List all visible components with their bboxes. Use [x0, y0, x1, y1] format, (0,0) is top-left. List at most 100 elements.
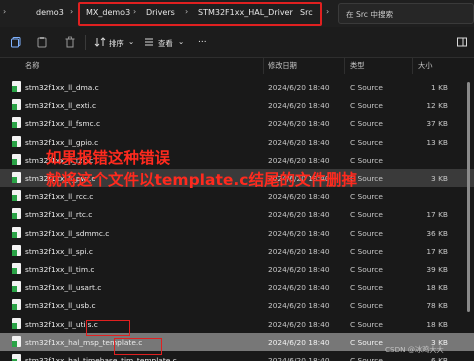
file-size: 39 KB: [426, 265, 448, 274]
column-divider[interactable]: [344, 58, 345, 74]
file-modified-date: 2024/6/20 18:40: [268, 228, 330, 238]
file-name: stm32f1xx_ll_dma.c: [25, 83, 99, 92]
file-modified-date: 2024/6/20 18:40: [268, 192, 330, 202]
file-size: 17 KB: [426, 210, 448, 220]
file-name: stm32f1xx_ll_usb.c: [25, 301, 96, 311]
file-type: C Source: [350, 155, 383, 165]
annotation-line-2: 就将这个文件以template.c结尾的文件删掉: [46, 171, 357, 189]
c-source-file-icon: [12, 263, 21, 274]
file-type: C Source: [350, 101, 383, 111]
file-row[interactable]: stm32f1xx_ll_usb.c 2024/6/20 18:40 C Sourc…: [0, 296, 474, 314]
details-pane-icon[interactable]: [456, 36, 468, 48]
file-size: 18 KB: [426, 319, 448, 329]
file-size: 6 KB: [431, 356, 448, 361]
chevron-down-icon[interactable]: ⌄: [178, 37, 184, 46]
file-modified-date: 2024/6/20 18:40: [268, 83, 330, 92]
toolbar-divider: [85, 35, 86, 50]
file-name: stm32f1xx_ll_exti.c: [25, 101, 97, 111]
file-name: stm32f1xx_ll_rcc.c: [25, 192, 94, 202]
file-modified-date: 2024/6/20 18:40: [268, 210, 330, 220]
file-type: C Source: [350, 83, 383, 92]
c-source-file-icon: [12, 281, 21, 293]
file-type: C Source: [350, 319, 383, 329]
file-name: stm32f1xx_ll_sdmmc.c: [25, 228, 110, 238]
watermark: CSDN @冰鸡大大: [385, 345, 444, 354]
column-divider[interactable]: [412, 58, 413, 74]
file-type: C Source: [350, 301, 383, 311]
file-modified-date: 2024/6/20 18:40: [268, 137, 330, 147]
column-divider[interactable]: [263, 58, 264, 74]
file-size: 13 KB: [426, 137, 448, 147]
scrollbar-thumb[interactable]: [467, 82, 470, 312]
file-type: C Source: [350, 119, 383, 129]
column-header-row: [0, 58, 474, 74]
breadcrumb-demo3[interactable]: demo3: [36, 8, 64, 17]
column-name[interactable]: 名称: [25, 61, 39, 71]
file-list: stm32f1xx_ll_dma.c 2024/6/20 18:40 C Sourc…: [0, 74, 474, 361]
file-modified-date: 2024/6/20 18:40: [268, 246, 330, 256]
paste-icon[interactable]: [36, 36, 48, 48]
more-options-button[interactable]: ...: [198, 35, 207, 45]
file-modified-date: 2024/6/20 18:40: [268, 356, 330, 361]
template-highlight-box: [86, 320, 130, 336]
chevron-right-icon[interactable]: ›: [70, 7, 73, 16]
file-row[interactable]: stm32f1xx_ll_dma.c 2024/6/20 18:40 C Sourc…: [0, 78, 474, 96]
file-row[interactable]: stm32f1xx_ll_sdmmc.c 2024/6/20 18:40 C Sou…: [0, 224, 474, 242]
file-row[interactable]: stm32f1xx_ll_fsmc.c 2024/6/20 18:40 C Sour…: [0, 114, 474, 132]
annotation-line-1: 如果报错这种错误: [46, 149, 171, 167]
c-source-file-icon: [12, 317, 21, 329]
c-source-file-icon: [12, 153, 21, 165]
file-size: 3 KB: [431, 174, 448, 183]
column-type[interactable]: 类型: [350, 61, 364, 71]
chevron-down-icon[interactable]: ⌄: [128, 37, 134, 46]
file-type: C Source: [350, 246, 383, 256]
c-source-file-icon: [12, 135, 21, 147]
sort-button[interactable]: 排序: [109, 38, 124, 49]
column-date[interactable]: 修改日期: [268, 61, 297, 71]
c-source-file-icon: [12, 354, 21, 361]
file-type: C Source: [350, 192, 383, 202]
file-modified-date: 2024/6/20 18:40: [268, 319, 330, 329]
file-row[interactable]: stm32f1xx_ll_tim.c 2024/6/20 18:40 C Sourc…: [0, 260, 474, 278]
c-source-file-icon: [12, 81, 21, 92]
chevron-right-icon[interactable]: ›: [3, 7, 6, 16]
column-size[interactable]: 大小: [418, 61, 432, 71]
file-type: C Source: [350, 337, 383, 347]
file-type: C Source: [350, 265, 383, 274]
file-type: C Source: [350, 137, 383, 147]
file-modified-date: 2024/6/20 18:40: [268, 119, 330, 129]
view-button[interactable]: 查看: [158, 38, 173, 49]
file-modified-date: 2024/6/20 18:40: [268, 265, 330, 274]
file-name: stm32f1xx_ll_usart.c: [25, 283, 102, 293]
c-source-file-icon: [12, 117, 21, 129]
file-row[interactable]: stm32f1xx_ll_rtc.c 2024/6/20 18:40 C Sourc…: [0, 205, 474, 223]
copy-icon[interactable]: [10, 36, 22, 48]
c-source-file-icon: [12, 172, 21, 183]
file-modified-date: 2024/6/20 18:40: [268, 301, 330, 311]
file-size: 78 KB: [426, 301, 448, 311]
c-source-file-icon: [12, 335, 21, 347]
sort-icon[interactable]: [94, 36, 106, 48]
c-source-file-icon: [12, 208, 21, 220]
file-name: stm32f1xx_ll_tim.c: [25, 265, 95, 274]
file-size: 1 KB: [431, 83, 448, 92]
delete-icon[interactable]: [64, 36, 76, 48]
file-type: C Source: [350, 356, 383, 361]
file-row[interactable]: stm32f1xx_ll_utils.c 2024/6/20 18:40 C Sou…: [0, 315, 474, 333]
view-icon[interactable]: [143, 36, 155, 48]
file-row[interactable]: stm32f1xx_ll_exti.c 2024/6/20 18:40 C Sour…: [0, 96, 474, 114]
file-modified-date: 2024/6/20 18:40: [268, 283, 330, 293]
c-source-file-icon: [12, 299, 21, 311]
file-modified-date: 2024/6/20 18:40: [268, 101, 330, 111]
file-row[interactable]: stm32f1xx_ll_spi.c 2024/6/20 18:40 C Sourc…: [0, 242, 474, 260]
file-type: C Source: [350, 283, 383, 293]
file-type: C Source: [350, 228, 383, 238]
file-modified-date: 2024/6/20 18:40: [268, 337, 330, 347]
file-name: stm32f1xx_ll_rtc.c: [25, 210, 93, 220]
file-size: 37 KB: [426, 119, 448, 129]
chevron-right-icon[interactable]: ›: [326, 7, 329, 16]
file-row[interactable]: stm32f1xx_ll_usart.c 2024/6/20 18:40 C Sou…: [0, 278, 474, 296]
file-size: 17 KB: [426, 246, 448, 256]
template-highlight-box: [114, 338, 162, 355]
file-type: C Source: [350, 210, 383, 220]
